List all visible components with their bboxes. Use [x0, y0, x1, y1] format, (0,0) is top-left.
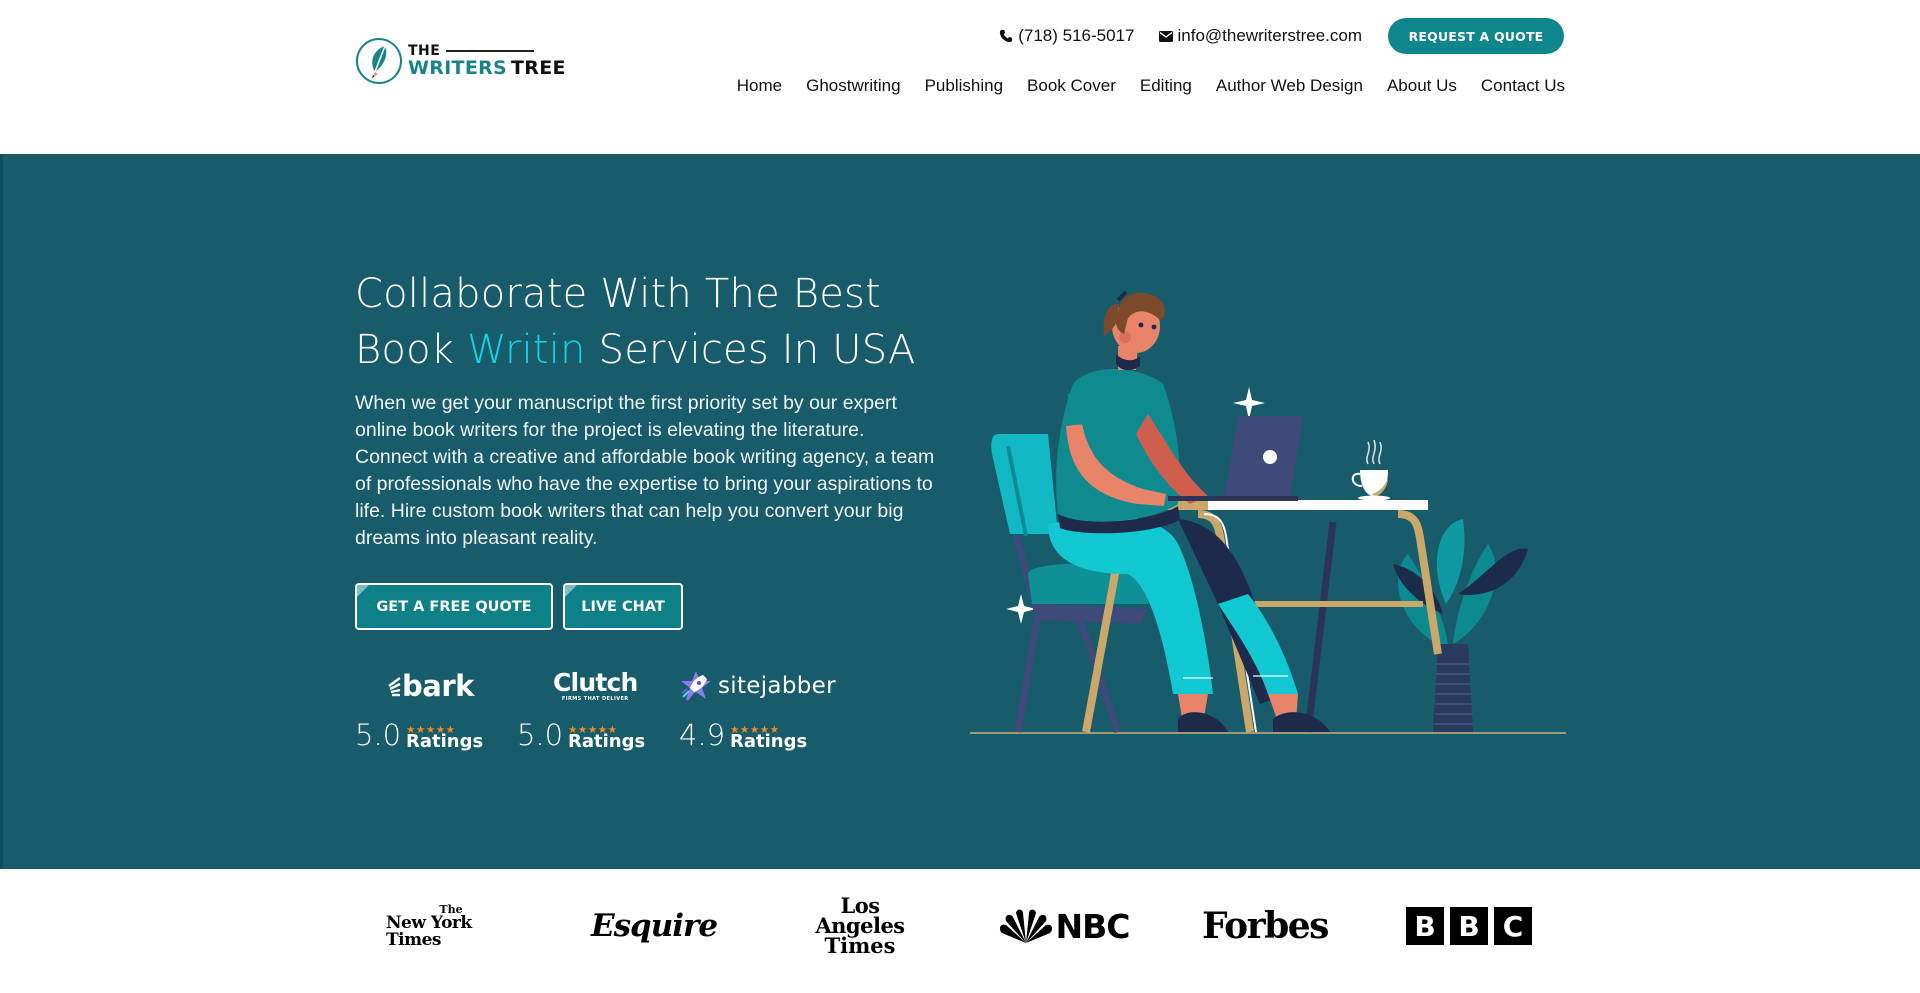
nav-publishing[interactable]: Publishing: [925, 76, 1003, 96]
coffee-cup: [1360, 470, 1388, 496]
bbc-letter: B: [1406, 907, 1444, 945]
hero-cta-group: GET A FREE QUOTE LIVE CHAT: [355, 583, 683, 630]
hero-headline: Collaborate With The Best Book Writin Se…: [355, 266, 975, 378]
clutch-name: Clutch: [553, 668, 638, 697]
lat-line-2: Times: [824, 932, 896, 958]
desk-top: [1208, 500, 1428, 510]
nav-home[interactable]: Home: [737, 76, 782, 96]
site-header: THE WRITERS TREE (718) 516-5017 info@thew…: [0, 0, 1920, 154]
logo-tree-text: TREE: [511, 57, 566, 79]
forbes-logo: Forbes: [1202, 905, 1329, 947]
email-link[interactable]: info@thewriterstree.com: [1158, 26, 1363, 46]
nbc-logo: NBC: [996, 903, 1131, 949]
main-nav: Home Ghostwriting Publishing Book Cover …: [737, 74, 1565, 98]
clutch-logo: Clutch FIRMS THAT DELIVER: [553, 664, 638, 708]
rocket-star-icon: [681, 671, 711, 701]
plant-leaf: [1436, 519, 1465, 604]
hero-section: Collaborate With The Best Book Writin Se…: [0, 154, 1920, 869]
nav-editing[interactable]: Editing: [1140, 76, 1192, 96]
saucer: [1358, 495, 1390, 501]
logo-the-text: THE: [408, 43, 441, 59]
envelope-icon: [1158, 30, 1173, 42]
phone-link[interactable]: (718) 516-5017: [999, 26, 1135, 46]
headline-line-1: Collaborate With The Best: [355, 271, 881, 317]
nbc-peacock-icon: [999, 909, 1052, 943]
nav-ghostwriting[interactable]: Ghostwriting: [806, 76, 900, 96]
clutch-tagline: FIRMS THAT DELIVER: [561, 696, 629, 702]
steam-icon: [1366, 439, 1382, 465]
woman-shoe: [1273, 712, 1330, 732]
feather-pen-logo-icon: [356, 38, 402, 84]
rating-score: 5.0: [355, 718, 402, 752]
nav-author-web-design[interactable]: Author Web Design: [1216, 76, 1363, 96]
lat-line-1: Los Angeles: [815, 893, 905, 939]
as-featured-in-strip: The New York Times Esquire Los Angeles T…: [0, 869, 1920, 993]
header-topbar: (718) 516-5017 info@thewriterstree.com R…: [999, 18, 1564, 54]
bark-logo: bark: [387, 664, 474, 708]
email-address: info@thewriterstree.com: [1177, 26, 1363, 45]
nav-book-cover[interactable]: Book Cover: [1027, 76, 1116, 96]
hero-description: When we get your manuscript the first pr…: [355, 392, 935, 549]
bbc-logo: B B C: [1404, 903, 1534, 949]
bark-name: bark: [402, 669, 474, 703]
esquire-logo: Esquire: [590, 908, 718, 944]
rating-score: 4.9: [679, 718, 726, 752]
woman-at-desk-illustration: [970, 290, 1566, 734]
get-free-quote-button[interactable]: GET A FREE QUOTE: [355, 583, 553, 630]
phone-number: (718) 516-5017: [1018, 26, 1135, 45]
rating-label: Ratings: [730, 731, 808, 752]
woman-eye: [1151, 324, 1157, 330]
chair-leg: [1012, 535, 1042, 733]
chair-seat-frame: [1032, 604, 1148, 624]
site-logo[interactable]: THE WRITERS TREE: [356, 36, 565, 86]
sparkle-icon: [1233, 387, 1265, 420]
bark-wing-icon: [388, 677, 401, 697]
live-chat-button[interactable]: LIVE CHAT: [563, 583, 683, 630]
woman-sleeve: [1066, 389, 1088, 426]
phone-icon: [999, 29, 1013, 43]
headline-line-2-post: Services In USA: [585, 327, 916, 373]
sitejabber-logo: sitejabber: [679, 664, 836, 708]
logo-rule: [446, 50, 535, 52]
bbc-letter: B: [1450, 907, 1488, 945]
headline-accent: Writin: [467, 327, 586, 373]
rating-bark: bark 5.0 ★★★★★ Ratings: [355, 664, 517, 764]
pot-stripes: [1435, 663, 1473, 725]
los-angeles-times-logo: Los Angeles Times: [800, 895, 920, 956]
nav-contact-us[interactable]: Contact Us: [1481, 76, 1565, 96]
laptop-logo: [1263, 450, 1277, 464]
desk-leg-back: [1304, 521, 1337, 733]
nyt-name: New York Times: [386, 912, 472, 950]
nbc-name: NBC: [1055, 906, 1131, 946]
headline-line-2-pre: Book: [355, 327, 468, 373]
sitejabber-name: sitejabber: [718, 673, 836, 699]
rating-label: Ratings: [568, 731, 646, 752]
woman-eye: [1138, 322, 1144, 328]
nav-about-us[interactable]: About Us: [1387, 76, 1457, 96]
woman-shoe: [1178, 712, 1228, 732]
logo-writers-text: WRITERS: [408, 57, 508, 79]
rating-score: 5.0: [517, 718, 564, 752]
rating-clutch: Clutch FIRMS THAT DELIVER 5.0 ★★★★★ Rati…: [517, 664, 679, 764]
new-york-times-logo: The New York Times: [386, 903, 516, 949]
bbc-letter: C: [1494, 907, 1532, 945]
logo-wordmark: THE WRITERS TREE: [408, 44, 566, 78]
ratings-row: bark 5.0 ★★★★★ Ratings Clutch FIRMS THAT…: [355, 664, 841, 764]
rating-sitejabber: sitejabber 4.9 ★★★★★ Ratings: [679, 664, 841, 764]
rating-label: Ratings: [406, 731, 484, 752]
request-quote-button[interactable]: REQUEST A QUOTE: [1388, 18, 1564, 54]
woman-blush: [1119, 331, 1131, 343]
laptop-base: [1168, 496, 1298, 501]
plant-pot: [1433, 644, 1473, 732]
